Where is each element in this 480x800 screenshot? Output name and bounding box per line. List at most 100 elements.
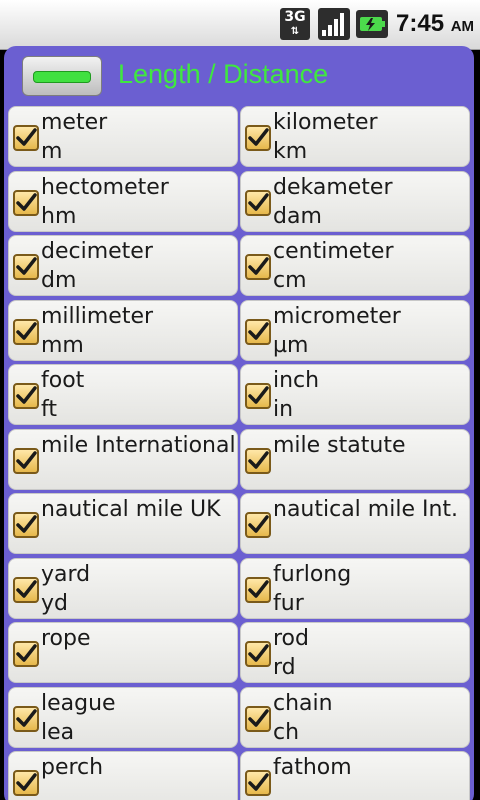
signal-strength-icon: [318, 8, 350, 40]
checkmark-icon: [248, 450, 269, 469]
checkmark-icon: [248, 708, 269, 727]
unit-name: mile International: [41, 432, 236, 458]
unit-checkbox[interactable]: [13, 770, 39, 796]
checkmark-icon: [16, 257, 37, 275]
unit-checkbox[interactable]: [245, 254, 271, 280]
unit-checkbox[interactable]: [13, 641, 39, 667]
unit-checkbox[interactable]: [245, 189, 271, 216]
unit-checkbox[interactable]: [13, 318, 39, 345]
unit-item[interactable]: millimeter mm: [8, 299, 238, 361]
page-title: Length / Distance: [118, 59, 329, 89]
unit-item[interactable]: fathom: [240, 751, 470, 800]
unit-name: yard: [41, 561, 91, 587]
unit-name: rod: [273, 626, 309, 651]
unit-item[interactable]: rod rd: [240, 622, 470, 683]
unit-item[interactable]: nautical mile Int.: [240, 493, 470, 554]
unit-abbreviation: hm: [41, 203, 77, 229]
unit-checkbox[interactable]: [13, 447, 39, 474]
checkmark-icon: [248, 321, 269, 340]
unit-checkbox[interactable]: [245, 770, 271, 796]
battery-charging-icon: [356, 10, 388, 38]
unit-abbreviation: ft: [41, 397, 57, 422]
unit-abbreviation: fur: [273, 590, 304, 616]
unit-name: micrometer: [273, 303, 401, 329]
unit-checkbox[interactable]: [245, 447, 271, 474]
clock-time: 7:45: [396, 10, 445, 37]
checkmark-icon: [248, 773, 269, 791]
unit-item[interactable]: dekameter dam: [240, 170, 470, 232]
unit-name: fathom: [273, 755, 352, 780]
unit-item[interactable]: meter m: [8, 106, 238, 167]
unit-checkbox[interactable]: [245, 576, 271, 603]
unit-item[interactable]: chain ch: [240, 686, 470, 748]
unit-name: rope: [41, 626, 91, 651]
unit-item[interactable]: rope: [8, 622, 238, 683]
unit-abbreviation: dam: [273, 203, 322, 229]
unit-checkbox[interactable]: [13, 512, 39, 538]
unit-abbreviation: m: [41, 139, 63, 164]
unit-checkbox[interactable]: [245, 125, 271, 151]
checkmark-icon: [16, 450, 37, 469]
unit-abbreviation: dm: [41, 268, 77, 293]
unit-checkbox[interactable]: [245, 318, 271, 345]
checkmark-icon: [16, 644, 37, 662]
unit-item[interactable]: furlong fur: [240, 557, 470, 619]
unit-checkbox[interactable]: [13, 576, 39, 603]
unit-abbreviation: yd: [41, 590, 68, 616]
unit-item[interactable]: nautical mile UK: [8, 493, 238, 554]
clock: 7:45 AM: [396, 10, 480, 40]
network-type-label: 3G: [284, 9, 306, 25]
unit-item[interactable]: hectometer hm: [8, 170, 238, 232]
data-arrows-icon: ⇅: [290, 26, 300, 37]
unit-item[interactable]: yard yd: [8, 557, 238, 619]
unit-abbreviation: km: [273, 139, 308, 164]
unit-item[interactable]: kilometer km: [240, 106, 470, 167]
unit-item[interactable]: mile statute: [240, 428, 470, 490]
unit-name: foot: [41, 368, 85, 393]
checkmark-icon: [248, 257, 269, 275]
checkmark-icon: [248, 644, 269, 662]
unit-item[interactable]: foot ft: [8, 364, 238, 425]
unit-item[interactable]: centimeter cm: [240, 235, 470, 296]
unit-selection-panel: Length / Distance meter m kilometer km hecto…: [4, 46, 474, 800]
checkmark-icon: [248, 386, 269, 404]
checkmark-icon: [16, 515, 37, 533]
unit-checkbox[interactable]: [13, 705, 39, 732]
unit-name: dekameter: [273, 174, 393, 200]
unit-checkbox[interactable]: [13, 125, 39, 151]
unit-abbreviation: rd: [273, 655, 296, 680]
checkmark-icon: [16, 579, 37, 598]
unit-item[interactable]: perch: [8, 751, 238, 800]
unit-name: millimeter: [41, 303, 154, 329]
unit-item[interactable]: decimeter dm: [8, 235, 238, 296]
unit-name: nautical mile UK: [41, 497, 221, 522]
checkmark-icon: [248, 515, 269, 533]
checkmark-icon: [16, 386, 37, 404]
unit-item[interactable]: inch in: [240, 364, 470, 425]
unit-name: decimeter: [41, 239, 153, 264]
unit-item[interactable]: micrometer µm: [240, 299, 470, 361]
unit-checkbox[interactable]: [13, 189, 39, 216]
unit-abbreviation: lea: [41, 719, 75, 745]
green-bar-icon: [33, 71, 91, 83]
unit-checkbox[interactable]: [245, 512, 271, 538]
unit-checkbox[interactable]: [13, 254, 39, 280]
unit-name: meter: [41, 110, 108, 135]
unit-name: chain: [273, 690, 333, 716]
unit-abbreviation: cm: [273, 268, 307, 293]
menu-button[interactable]: [22, 56, 102, 96]
network-3g-icon: 3G ⇅: [280, 8, 310, 40]
unit-name: inch: [273, 368, 320, 393]
unit-checkbox[interactable]: [245, 383, 271, 409]
unit-item[interactable]: mile International: [8, 428, 238, 490]
unit-item[interactable]: league lea: [8, 686, 238, 748]
title-bar: Length / Distance: [4, 46, 474, 102]
unit-name: league: [41, 690, 116, 716]
unit-checkbox[interactable]: [245, 641, 271, 667]
clock-ampm: AM: [450, 18, 475, 35]
unit-checkbox[interactable]: [13, 383, 39, 409]
unit-name: centimeter: [273, 239, 394, 264]
unit-name: perch: [41, 755, 104, 780]
checkmark-icon: [248, 128, 269, 146]
unit-checkbox[interactable]: [245, 705, 271, 732]
